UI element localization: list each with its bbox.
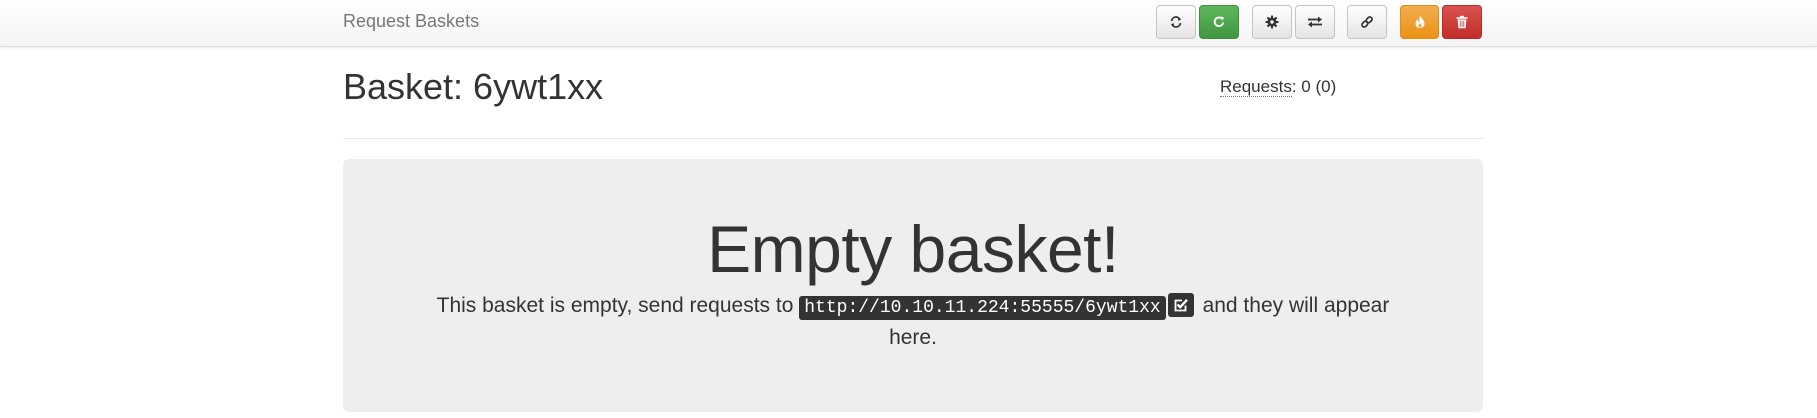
refresh-icon: [1213, 16, 1225, 27]
empty-basket-heading: Empty basket!: [707, 212, 1119, 286]
gear-icon: [1265, 15, 1279, 29]
link-icon: [1361, 16, 1373, 28]
refresh-button[interactable]: [1156, 5, 1196, 39]
exchange-icon: [1308, 16, 1322, 28]
refresh-icon: [1170, 16, 1182, 28]
settings-button[interactable]: [1252, 5, 1292, 39]
empty-basket-panel: Empty basket! This basket is empty, send…: [343, 159, 1483, 412]
requests-count: Requests: 0 (0): [1220, 77, 1336, 97]
trash-icon: [1456, 15, 1468, 29]
requests-label: Requests: [1220, 77, 1292, 97]
copy-url-button[interactable]: [1167, 293, 1194, 317]
requests-value: : 0 (0): [1291, 77, 1337, 96]
responses-button[interactable]: [1295, 5, 1335, 39]
check-square-icon: [1174, 298, 1188, 312]
basket-url: http://10.10.11.224:55555/6ywt1xx: [799, 296, 1166, 320]
message-text-before: This basket is empty, send requests to: [436, 294, 794, 317]
empty-basket-message: This basket is empty, send requests to h…: [413, 291, 1413, 353]
destroy-requests-button[interactable]: [1400, 5, 1439, 39]
brand-link[interactable]: Request Baskets: [343, 11, 479, 32]
auto-refresh-button[interactable]: [1199, 5, 1239, 39]
page-title: Basket: 6ywt1xx: [343, 66, 604, 107]
header-divider: [343, 138, 1483, 139]
navbar: Request Baskets: [0, 0, 1817, 47]
fire-icon: [1415, 15, 1424, 28]
share-link-button[interactable]: [1347, 5, 1387, 39]
delete-basket-button[interactable]: [1442, 5, 1482, 39]
